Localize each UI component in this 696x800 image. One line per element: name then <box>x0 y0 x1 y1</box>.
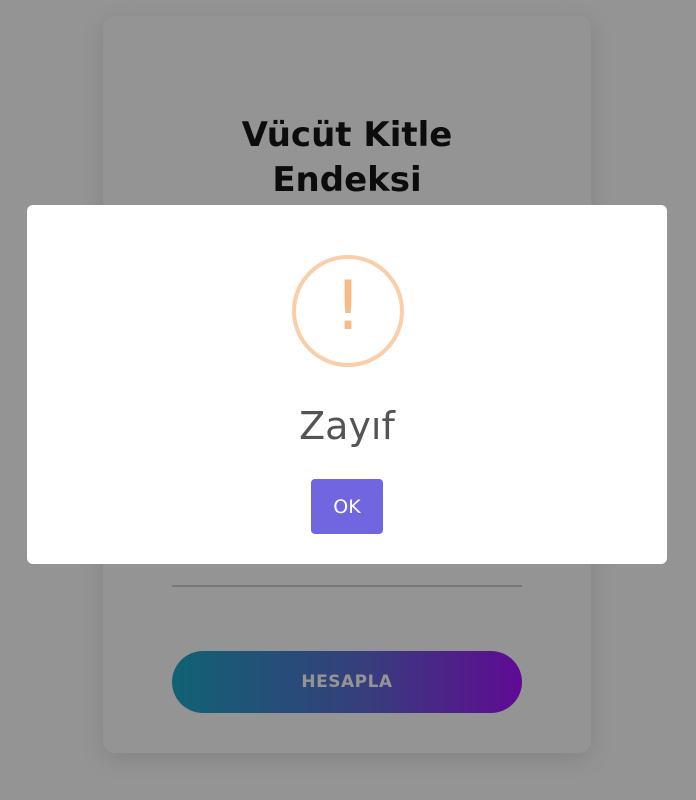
exclamation-icon: ! <box>334 267 362 346</box>
ok-button[interactable]: OK <box>311 479 383 534</box>
alert-title: Zayıf <box>299 404 395 448</box>
warning-icon: ! <box>292 255 404 367</box>
alert-dialog: ! Zayıf OK <box>27 205 667 564</box>
